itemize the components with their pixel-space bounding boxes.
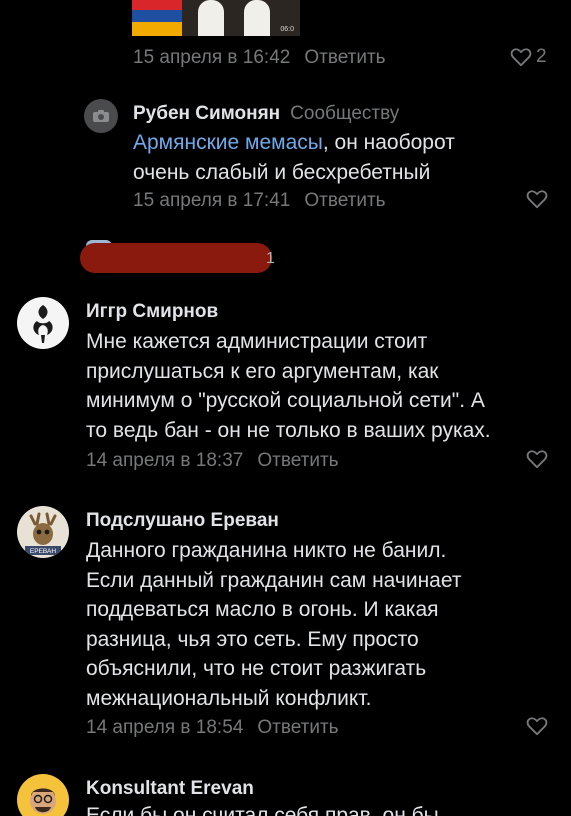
comment-date: 15 апреля в 17:41 [133, 190, 291, 211]
comment-line: межнациональный конфликт. [86, 686, 372, 710]
like-button[interactable]: 2 [510, 46, 547, 68]
person-avatar-icon [30, 788, 56, 814]
comment-line: то ведь бан - он не только в ваших руках… [86, 418, 491, 442]
like-button[interactable] [526, 449, 548, 469]
avatar[interactable] [84, 99, 118, 133]
comment-line: Если бы он считал себя прав, он бы [86, 804, 439, 816]
flag-blue-stripe [132, 10, 182, 22]
reply-button[interactable]: Ответить [257, 450, 338, 471]
avatar[interactable] [17, 297, 69, 349]
photo-person [198, 0, 224, 36]
comment-line: очень слабый и бесхребетный [133, 160, 431, 184]
avatar[interactable]: ЕРЕВАН [17, 506, 69, 558]
flag-red-stripe [132, 0, 182, 10]
attached-photo[interactable]: 06:0 [132, 0, 300, 36]
ornament-logo-icon [33, 305, 53, 343]
photo-person [244, 0, 270, 36]
comment-date: 14 апреля в 18:37 [86, 450, 244, 471]
comment-line: Армянские мемасы, он наоборот [133, 128, 455, 158]
heart-icon [526, 717, 548, 736]
comment-line: Данного гражданина никто не банил. [86, 539, 447, 562]
heart-icon [526, 450, 548, 469]
deer-logo-icon: ЕРЕВАН [25, 512, 61, 555]
comment-line: минимум о "русской социальной сети". А [86, 389, 485, 412]
photo-timestamp: 06:0 [280, 26, 294, 33]
redaction-mark [80, 243, 272, 273]
heart-icon [526, 190, 548, 209]
comment-author[interactable]: Рубен Симонян Сообществу [133, 103, 399, 125]
comments-page: 06:0 15 апреля в 16:42 Ответить 2 Рубен С… [0, 0, 571, 816]
comment-date: 15 апреля в 16:42 [133, 47, 291, 68]
reply-button[interactable]: Ответить [257, 717, 338, 738]
redacted-suffix: 1 [266, 250, 275, 267]
comment-line: объяснили, что не стоит разжигать [86, 657, 427, 680]
reply-button[interactable]: Ответить [304, 47, 385, 68]
comment-author[interactable]: Konsultant Erevan [86, 778, 254, 800]
comment-author[interactable]: Иггр Смирнов [86, 301, 218, 323]
like-button[interactable] [526, 716, 548, 736]
comment-text: Если бы он считал себя прав, он бы [86, 801, 439, 816]
like-count: 2 [536, 46, 547, 67]
comment-author[interactable]: Подслушано Ереван [86, 510, 279, 532]
comment-meta: 14 апреля в 18:54 Ответить [86, 717, 339, 739]
comment-text: Армянские мемасы, он наоборот очень слаб… [133, 128, 455, 187]
comment-meta: 14 апреля в 18:37 Ответить [86, 450, 339, 472]
comment-line: Если данный гражданин сам начинает [86, 568, 462, 592]
comment-meta: 15 апреля в 16:42 Ответить [133, 47, 386, 69]
comment-line: поддеваться масло в огонь. И какая [86, 598, 439, 621]
comment-text: Мне кажется администрации стоит прислуша… [86, 327, 491, 445]
community-mention-link[interactable]: Армянские мемасы [133, 131, 323, 154]
comment-date: 14 апреля в 18:54 [86, 717, 244, 738]
reply-button[interactable]: Ответить [304, 190, 385, 211]
avatar[interactable] [17, 774, 69, 816]
avatar-caption: ЕРЕВАН [30, 548, 56, 555]
comment-line-text: , он наоборот [322, 131, 455, 154]
camera-icon [93, 110, 109, 122]
author-name[interactable]: Рубен Симонян [133, 103, 280, 124]
comment-line: разница, чья это сеть. Ему просто [86, 627, 419, 651]
comment-meta: 15 апреля в 17:41 Ответить [133, 190, 386, 212]
like-button[interactable] [526, 189, 548, 209]
heart-icon [510, 48, 532, 67]
comment-text: Данного гражданина никто не банил. Если … [86, 536, 461, 713]
reply-target[interactable]: Сообществу [290, 103, 399, 124]
comment-line: прислушаться к его аргументам, как [86, 359, 439, 383]
comment-line: Мне кажется администрации стоит [86, 330, 428, 353]
